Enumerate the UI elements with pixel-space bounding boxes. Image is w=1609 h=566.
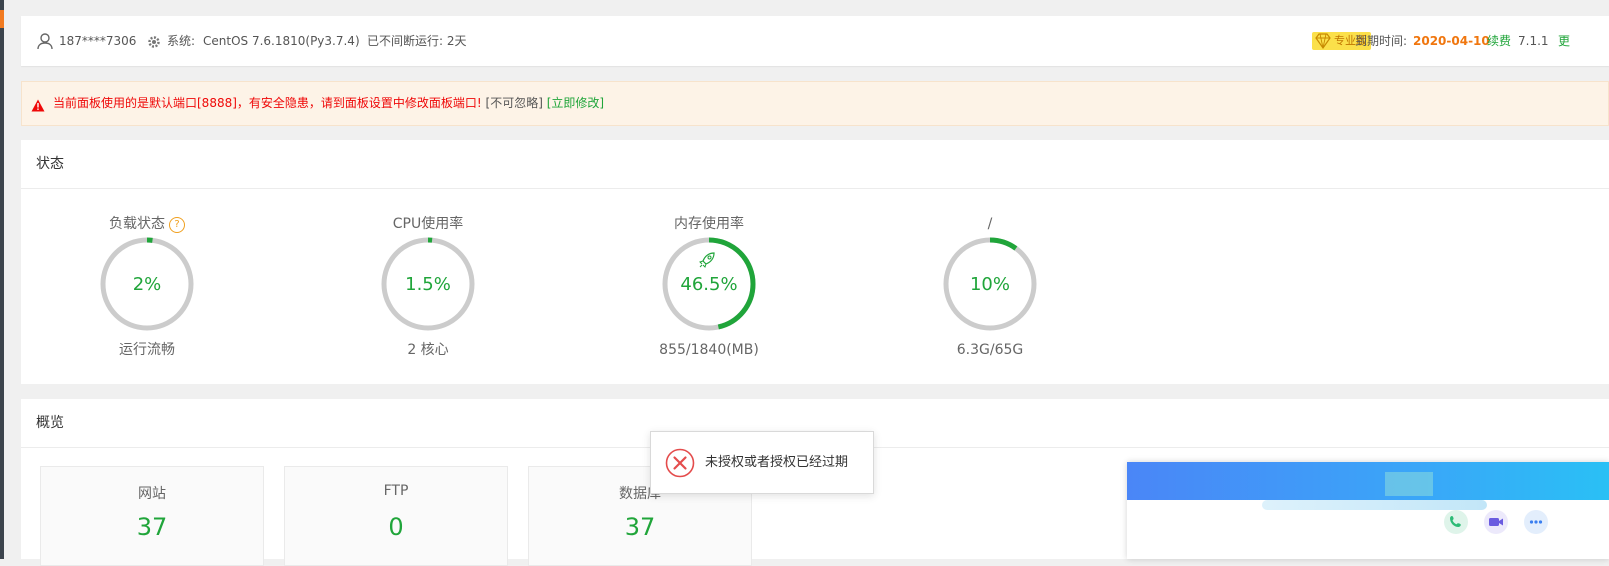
overview-count[interactable]: 0: [285, 513, 507, 541]
help-icon[interactable]: ?: [169, 217, 185, 233]
overview-label: 网站: [138, 486, 166, 502]
sidebar-logo-mark: [0, 10, 4, 28]
toast-message: 未授权或者授权已经过期: [705, 455, 849, 470]
chat-header[interactable]: [1127, 462, 1609, 500]
divider: [21, 188, 1609, 189]
system-label: 系统:: [167, 34, 196, 48]
uptime-text: 已不间断运行: 2天: [367, 34, 467, 48]
status-panel: 状态 负载状态? 2% 运行流畅 CPU使用率 1.5% 2 核心 内存使用率 …: [21, 140, 1609, 384]
alert-fix-link[interactable]: [立即修改]: [547, 96, 604, 110]
overview-title: 概览: [36, 415, 64, 431]
gear-icon: [147, 34, 161, 53]
top-info-bar: 187****7306 系统: CentOS 7.6.1810(Py3.7.4)…: [21, 16, 1609, 66]
gauge-disk[interactable]: / 10% 6.3G/65G: [890, 208, 1090, 368]
left-sidebar-strip: [0, 0, 4, 559]
error-icon: [665, 448, 695, 482]
alert-text: 当前面板使用的是默认端口[8888]，有安全隐患，请到面板设置中修改面板端口! …: [53, 82, 604, 125]
chat-header-blur: [1385, 472, 1433, 496]
overview-card-ftp[interactable]: FTP 0: [284, 466, 508, 566]
error-toast: 未授权或者授权已经过期: [650, 431, 874, 494]
overview-card-websites[interactable]: 网站 37: [40, 466, 264, 566]
expire-label: 到期时间:: [1355, 34, 1408, 48]
alert-warning-text: 当前面板使用的是默认端口[8888]，有安全隐患，请到面板设置中修改面板端口!: [53, 96, 482, 110]
gauge-value: 1.5%: [405, 274, 451, 295]
overview-label: FTP: [383, 483, 409, 499]
gauge-memory[interactable]: 内存使用率 46.5% 855/1840(MB): [609, 208, 809, 368]
expire-date: 2020-04-10: [1413, 34, 1490, 48]
gauge-load[interactable]: 负载状态? 2% 运行流畅: [47, 208, 247, 368]
chat-title-blur: [1262, 500, 1487, 510]
security-alert: 当前面板使用的是默认端口[8888]，有安全隐患，请到面板设置中修改面板端口! …: [21, 81, 1609, 126]
alert-ignore-text: [不可忽略]: [485, 96, 543, 110]
phone-icon[interactable]: [1444, 510, 1468, 534]
update-link[interactable]: 更: [1558, 16, 1570, 66]
status-title: 状态: [36, 156, 64, 172]
gauge-subtitle: 6.3G/65G: [956, 342, 1024, 358]
gauge-subtitle: 运行流畅: [119, 342, 175, 358]
video-icon[interactable]: [1484, 510, 1508, 534]
overview-count[interactable]: 37: [41, 513, 263, 541]
gauge-subtitle: 855/1840(MB): [659, 342, 759, 358]
overview-count[interactable]: 37: [529, 513, 751, 541]
gauge-value: 2%: [132, 274, 162, 295]
user-icon: [36, 32, 54, 54]
gauge-cpu[interactable]: CPU使用率 1.5% 2 核心: [328, 208, 528, 368]
version-text: 7.1.1: [1518, 34, 1549, 48]
system-value: CentOS 7.6.1810(Py3.7.4): [203, 34, 360, 48]
gauge-value: 46.5%: [680, 274, 738, 295]
gauge-subtitle: 2 核心: [407, 342, 449, 358]
gauge-value: 10%: [969, 274, 1010, 295]
user-phone[interactable]: 187****7306: [59, 16, 136, 66]
gauge-title-text: 负载状态: [109, 216, 165, 232]
renew-link[interactable]: 续费: [1487, 16, 1511, 66]
chat-popup: [1127, 462, 1609, 559]
warning-icon: [31, 97, 45, 116]
more-icon[interactable]: [1524, 510, 1548, 534]
diamond-icon: [1313, 31, 1333, 57]
